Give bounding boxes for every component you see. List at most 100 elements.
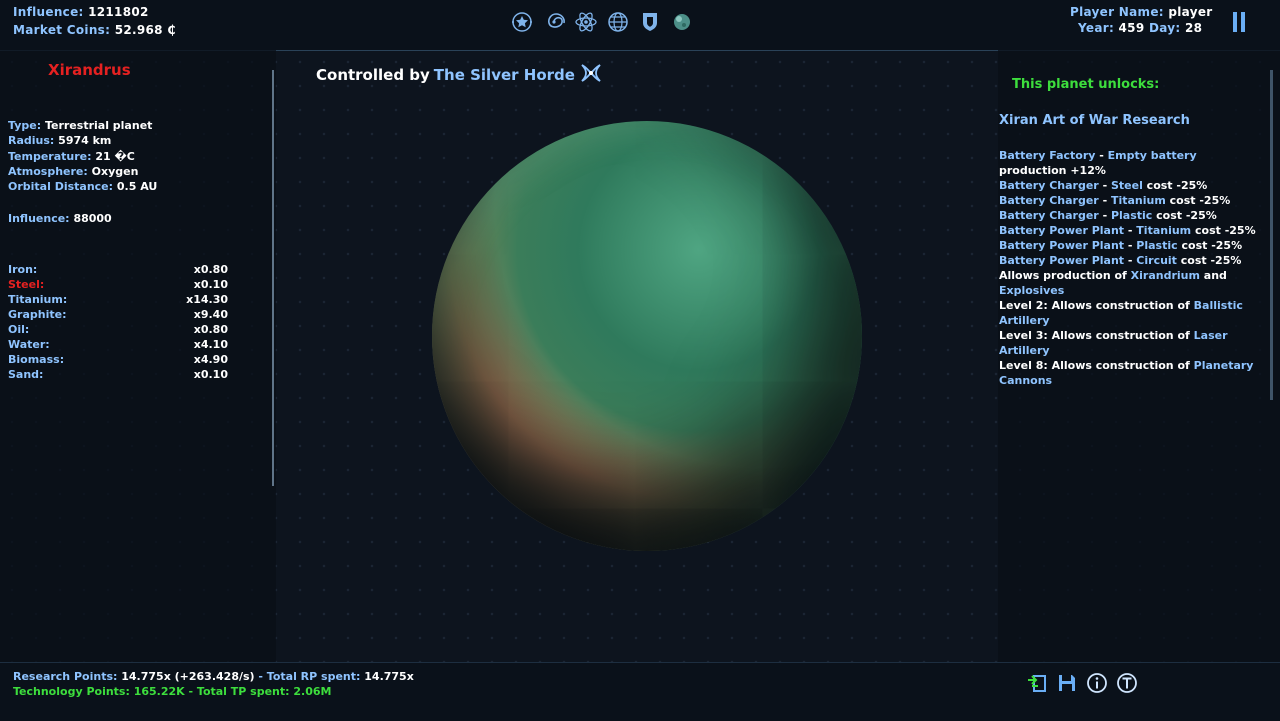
unlock-item: Explosives [999, 283, 1279, 298]
globe-icon[interactable] [606, 10, 630, 34]
resource-row: Biomass: x4.90 [8, 353, 228, 366]
year-label: Year: [1078, 21, 1115, 35]
unlock-effect: cost -25% [1152, 209, 1217, 222]
unlock-resource[interactable]: Plastic [1111, 209, 1152, 222]
unlock-effect: Level 2: Allows construction of [999, 299, 1194, 312]
unlock-building[interactable]: Laser [1194, 329, 1228, 342]
unlock-item: Battery Factory - Empty battery [999, 148, 1279, 163]
planet-atmosphere: Atmosphere: Oxygen [8, 165, 138, 178]
unlock-building[interactable]: Battery Charger [999, 209, 1099, 222]
day-label: Day: [1148, 21, 1181, 35]
unlock-separator: - [1124, 254, 1137, 267]
bottom-icon-bar [1026, 672, 1138, 694]
unlock-building[interactable]: Battery Power Plant [999, 254, 1124, 267]
research-title[interactable]: Xiran Art of War Research [999, 113, 1190, 128]
unlock-item: Battery Power Plant - Plastic cost -25% [999, 238, 1279, 253]
coins-label: Market Coins: [13, 23, 111, 37]
unlock-item: Battery Charger - Steel cost -25% [999, 178, 1279, 193]
resource-multiplier: x0.80 [193, 263, 228, 276]
unlock-building[interactable]: Artillery [999, 344, 1050, 357]
player-name-display: Player Name: player [1070, 5, 1213, 19]
unlock-resource[interactable]: Xirandrium [1131, 269, 1200, 282]
tech-icon[interactable] [1116, 672, 1138, 694]
unlock-resource[interactable]: Steel [1111, 179, 1143, 192]
resource-multiplier: x4.90 [193, 353, 228, 366]
galaxy-icon[interactable] [542, 10, 566, 34]
unlock-effect: Level 8: Allows construction of [999, 359, 1194, 372]
unlock-building[interactable]: Cannons [999, 374, 1052, 387]
research-points-value: 14.775x (+263.428/s) [121, 670, 255, 683]
unlock-item: Level 3: Allows construction of Laser [999, 328, 1279, 343]
resource-row: Graphite: x9.40 [8, 308, 228, 321]
unlock-item: Battery Power Plant - Titanium cost -25% [999, 223, 1279, 238]
unlock-building[interactable]: Battery Power Plant [999, 224, 1124, 237]
type-label: Type: [8, 119, 42, 132]
atmosphere-label: Atmosphere: [8, 165, 88, 178]
unlock-resource[interactable]: Titanium [1111, 194, 1166, 207]
planet-radius: Radius: 5974 km [8, 134, 111, 147]
temperature-label: Temperature: [8, 150, 92, 163]
planet-icon[interactable] [670, 10, 694, 34]
unlock-item: Battery Power Plant - Circuit cost -25% [999, 253, 1279, 268]
rp-spent-value: 14.775x [364, 670, 414, 683]
unlock-list: Battery Factory - Empty battery producti… [999, 148, 1279, 388]
nav-icon-bar [510, 10, 694, 34]
temperature-value: 21 �C [95, 150, 135, 163]
unlock-building[interactable]: Battery Factory [999, 149, 1095, 162]
unlock-building[interactable]: Battery Charger [999, 179, 1099, 192]
unlock-effect: cost -25% [1176, 254, 1242, 267]
player-value: player [1168, 5, 1213, 19]
resource-row: Iron: x0.80 [8, 263, 228, 276]
research-points-display: Research Points: 14.775x (+263.428/s) - … [13, 670, 414, 683]
resource-name: Sand: [8, 368, 44, 381]
shield-icon[interactable] [638, 10, 662, 34]
resource-row: Oil: x0.80 [8, 323, 228, 336]
controlled-by-label: Controlled by [316, 66, 430, 84]
pause-button[interactable] [1233, 12, 1247, 32]
resource-name: Water: [8, 338, 50, 351]
unlock-building[interactable]: Planetary [1194, 359, 1254, 372]
resource-name: Biomass: [8, 353, 65, 366]
star-badge-icon[interactable] [510, 10, 534, 34]
unlocks-title: This planet unlocks: [1012, 77, 1160, 92]
planet-name: Xirandrus [48, 61, 131, 79]
info-icon[interactable] [1086, 672, 1108, 694]
technology-points-display: Technology Points: 165.22K - Total TP sp… [13, 685, 332, 698]
panel-scrollbar[interactable] [272, 70, 274, 486]
unlock-separator: - [1098, 209, 1111, 222]
unlock-resource[interactable]: Circuit [1136, 254, 1177, 267]
swap-icon[interactable] [1026, 672, 1048, 694]
controlled-by-header: Controlled by The Silver Horde [316, 62, 603, 88]
research-points-label: Research Points: [13, 670, 118, 683]
unlock-resource[interactable]: Empty battery [1108, 149, 1197, 162]
unlock-building[interactable]: Artillery [999, 314, 1050, 327]
radius-label: Radius: [8, 134, 55, 147]
influence-label: Influence: [13, 5, 84, 19]
unlock-resource[interactable]: Titanium [1136, 224, 1191, 237]
unlock-resource[interactable]: Explosives [999, 284, 1064, 297]
unlock-separator: - [1098, 194, 1111, 207]
unlock-resource[interactable]: Plastic [1136, 239, 1177, 252]
planet-influence-label: Influence: [8, 212, 70, 225]
resource-multiplier: x0.10 [193, 278, 228, 291]
unlock-building[interactable]: Battery Power Plant [999, 239, 1124, 252]
planet-render[interactable] [432, 121, 862, 551]
unlock-separator: - [1124, 224, 1137, 237]
resource-multiplier: x0.10 [193, 368, 228, 381]
unlock-item: Allows production of Xirandrium and [999, 268, 1279, 283]
unlock-building[interactable]: Ballistic [1194, 299, 1243, 312]
year-value: 459 [1118, 21, 1145, 35]
unlock-building[interactable]: Battery Charger [999, 194, 1099, 207]
unlock-item: Battery Charger - Plastic cost -25% [999, 208, 1279, 223]
resource-name: Oil: [8, 323, 30, 336]
save-icon[interactable] [1056, 672, 1078, 694]
planet-orbital-distance: Orbital Distance: 0.5 AU [8, 180, 157, 193]
unlock-separator: - [1124, 239, 1137, 252]
orbital-distance-label: Orbital Distance: [8, 180, 114, 193]
atom-icon[interactable] [574, 10, 598, 34]
faction-name[interactable]: The Silver Horde [434, 66, 575, 84]
planet-influence-value: 88000 [73, 212, 112, 225]
unlock-effect: cost -25% [1177, 239, 1243, 252]
influence-display: Influence: 1211802 [13, 5, 149, 19]
resource-row: Titanium: x14.30 [8, 293, 228, 306]
